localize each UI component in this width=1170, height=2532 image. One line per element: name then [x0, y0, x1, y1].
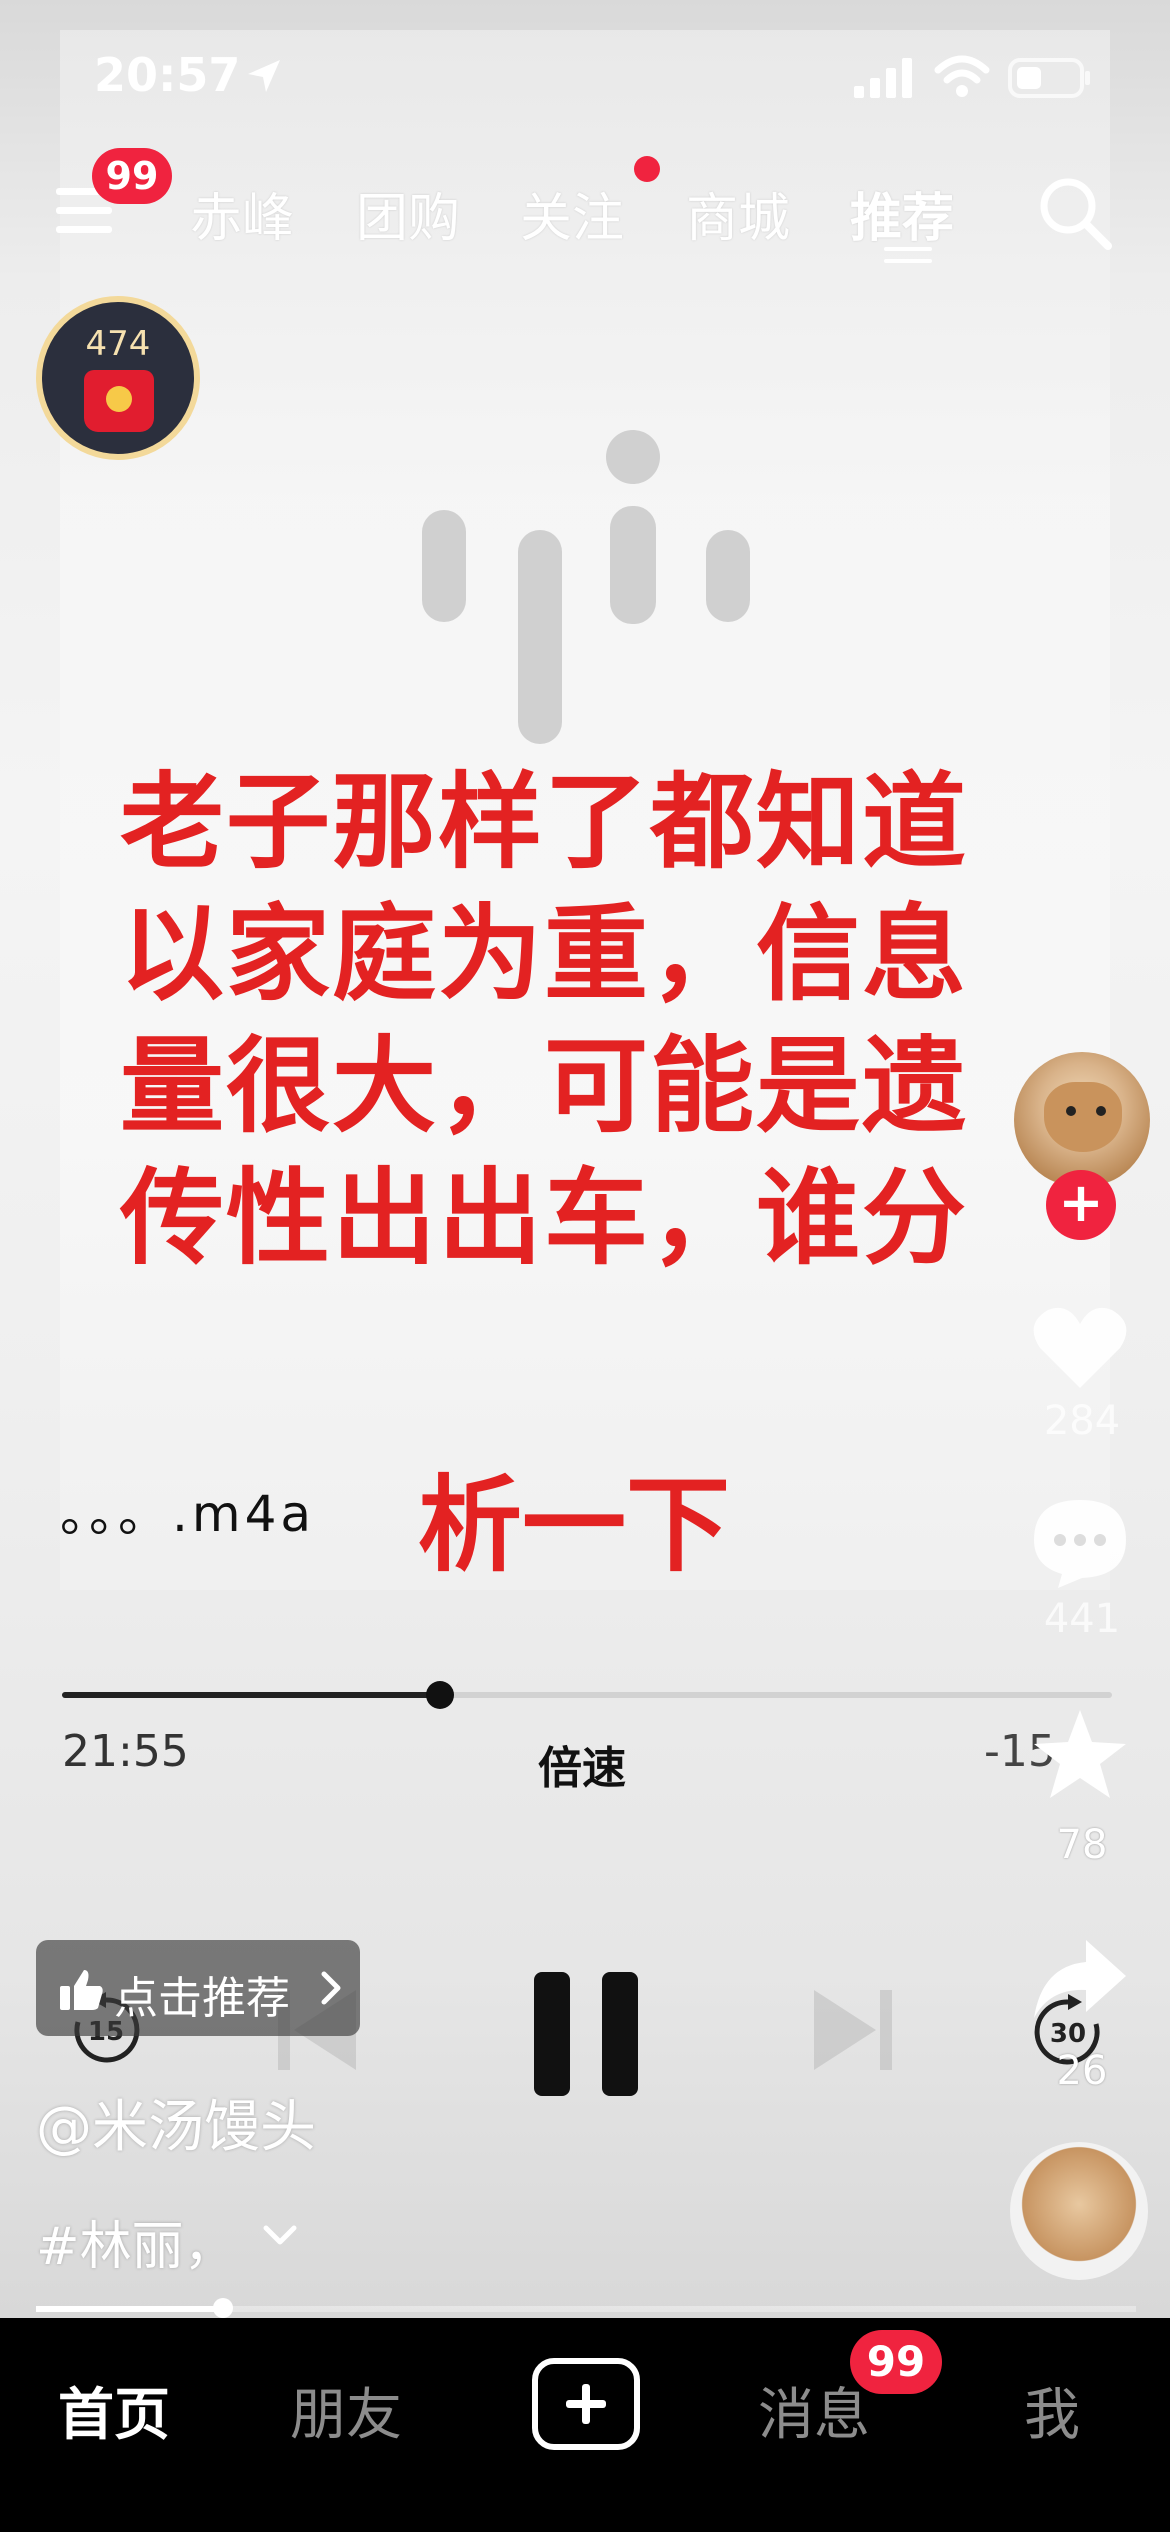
tab-me[interactable]: 我 [1024, 2370, 1080, 2451]
caption-last-line: 析一下 [418, 1464, 731, 1586]
caption-line: 量很大，可能是遗 [120, 1025, 969, 1147]
music-disc[interactable] [1010, 2142, 1148, 2280]
red-packet-count: 474 [85, 324, 151, 364]
waveform-bar [610, 506, 656, 624]
tab-group-buy[interactable]: 团购 [356, 176, 460, 251]
next-track-icon[interactable] [808, 1980, 898, 2080]
following-dot [634, 156, 660, 182]
menu-badge: 99 [92, 148, 172, 204]
video-progress-bar[interactable] [36, 2298, 1136, 2318]
follow-plus-icon[interactable]: + [1046, 1170, 1116, 1240]
audio-progress-knob[interactable] [426, 1681, 454, 1709]
tab-mall[interactable]: 商城 [686, 176, 790, 251]
tab-chifeng[interactable]: 赤峰 [190, 176, 294, 251]
status-bar: 20:57 [0, 0, 1170, 150]
tab-home[interactable]: 首页 [58, 2370, 170, 2451]
share-icon[interactable] [1028, 1932, 1132, 2028]
tab-friends[interactable]: 朋友 [290, 2370, 402, 2451]
audio-progress-track[interactable] [62, 1681, 1112, 1709]
share-count: 26 [1056, 2048, 1108, 2094]
video-progress-fill [36, 2306, 223, 2312]
tab-recommend[interactable]: 推荐 [850, 176, 954, 251]
recommend-button[interactable]: 点击推荐 [36, 1940, 360, 2036]
caption-line: 传性出出车，谁分 [120, 1157, 969, 1279]
tab-messages[interactable]: 消息 [758, 2370, 870, 2451]
bottom-tab-bar: 首页 朋友 消息 99 我 [0, 2318, 1170, 2532]
avatar-eye [1096, 1106, 1106, 1116]
red-envelope-coin [106, 386, 132, 412]
tab-following[interactable]: 关注 [520, 176, 624, 251]
plus-icon [566, 2384, 606, 2424]
waveform-dot [606, 430, 660, 484]
elapsed-time: 21:55 [62, 1726, 189, 1777]
red-packet-icon[interactable]: 474 [36, 296, 200, 460]
location-arrow-icon [248, 60, 280, 92]
create-button[interactable] [532, 2358, 640, 2450]
star-icon[interactable] [1028, 1706, 1132, 1802]
avatar-eye [1066, 1106, 1076, 1116]
waveform-bar [518, 530, 562, 744]
pause-icon[interactable] [528, 1970, 644, 2098]
status-time: 20:57 [94, 48, 241, 102]
waveform-bar [422, 510, 466, 622]
caption-line: 以家庭为重，信息 [120, 893, 969, 1015]
video-progress-knob[interactable] [213, 2298, 233, 2318]
audio-progress-fill [62, 1692, 440, 1698]
thumb-up-icon [60, 1970, 103, 2010]
battery-icon [1008, 58, 1090, 98]
swap-arrows-icon [884, 247, 932, 263]
comment-icon[interactable] [1028, 1494, 1132, 1590]
signal-icon [854, 58, 912, 98]
search-icon[interactable] [1034, 172, 1116, 254]
recommend-label: 点击推荐 [114, 1973, 290, 2024]
chevron-right-icon [321, 1971, 341, 2005]
chevron-down-icon[interactable] [258, 2216, 302, 2254]
hashtag[interactable]: #林丽， [36, 2204, 236, 2279]
author-name[interactable]: @米汤馒头 [36, 2082, 316, 2163]
favorite-count: 78 [1056, 1822, 1108, 1868]
caption-text: 老子那样了都知道 以家庭为重，信息 量很大，可能是遗 传性出出车，谁分 [120, 756, 1050, 1284]
heart-icon[interactable] [1028, 1300, 1132, 1396]
like-count: 284 [1043, 1398, 1121, 1444]
caption-line: 老子那样了都知道 [120, 761, 969, 883]
comment-count: 441 [1043, 1596, 1121, 1642]
avatar-face [1044, 1082, 1122, 1152]
wifi-icon [934, 55, 990, 97]
speed-button[interactable]: 倍速 [538, 1732, 626, 1796]
messages-badge: 99 [850, 2330, 942, 2394]
author-avatar[interactable] [1014, 1052, 1150, 1188]
waveform-bar [706, 530, 750, 622]
audio-filename: 。。。.m4a [60, 1485, 316, 1543]
